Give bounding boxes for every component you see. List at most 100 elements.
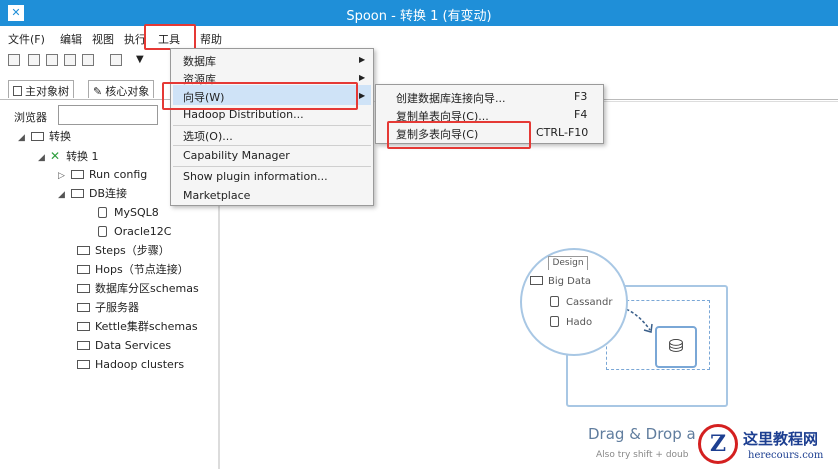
- menu-item-database[interactable]: 数据库: [183, 53, 216, 69]
- folder-icon: [31, 132, 44, 141]
- menu-item-marketplace[interactable]: Marketplace: [183, 189, 250, 202]
- database-icon: [98, 226, 107, 237]
- menu-view[interactable]: 视图: [92, 31, 114, 47]
- hadoop-icon: [550, 316, 559, 327]
- expand-icon[interactable]: ◢: [18, 129, 28, 147]
- menu-run[interactable]: 执行: [124, 31, 146, 47]
- submenu-arrow-icon: ▶: [359, 91, 366, 100]
- tree-db-item[interactable]: Oracle12C: [98, 223, 171, 241]
- browser-search-input[interactable]: [58, 105, 158, 125]
- menu-separator: [173, 125, 371, 126]
- tree-root-label: 转换: [49, 130, 71, 143]
- tree-run-config-label: Run config: [89, 168, 148, 181]
- database-target-icon: ⛁: [655, 326, 697, 368]
- copy-tables-highlight-box: [387, 121, 531, 149]
- menu-item-create-db-connection-wizard[interactable]: 创建数据库连接向导...: [396, 90, 506, 106]
- illustration-step-label: Cassandr: [566, 297, 613, 308]
- expand-icon[interactable]: ◢: [58, 186, 68, 204]
- wizard-highlight-box: [162, 82, 358, 110]
- tree-transformation[interactable]: ◢ ✕ 转换 1: [38, 147, 99, 165]
- save-icon[interactable]: [64, 54, 76, 66]
- menu-help[interactable]: 帮助: [200, 31, 222, 47]
- folder-icon: [77, 265, 90, 274]
- watermark-url: herecours.com: [748, 450, 824, 461]
- toolbar: ▼: [0, 50, 160, 72]
- tree-folder-label: Hops（节点连接）: [95, 263, 189, 276]
- menu-item-show-plugin-info[interactable]: Show plugin information...: [183, 170, 328, 183]
- tree-db-item-label: Oracle12C: [114, 225, 172, 238]
- illustration-step-row: Cassandr: [550, 296, 612, 308]
- transformation-icon: ✕: [50, 149, 61, 163]
- database-icon: [550, 296, 559, 307]
- pencil-icon: ✎: [93, 85, 103, 98]
- tree-icon: [13, 86, 22, 96]
- tree-folder-item[interactable]: Data Services: [74, 337, 171, 355]
- tab-main-tree[interactable]: 主对象树: [8, 80, 74, 98]
- expand-icon[interactable]: ◢: [38, 149, 48, 167]
- tree-folder-item[interactable]: Kettle集群schemas: [74, 318, 198, 336]
- folder-icon: [71, 170, 84, 179]
- tree-folder-item[interactable]: 子服务器: [74, 299, 139, 317]
- explore-icon[interactable]: [46, 54, 58, 66]
- illustration-folder-label: Big Data: [548, 276, 592, 287]
- collapse-icon[interactable]: ▷: [58, 167, 68, 185]
- submenu-arrow-icon: ▶: [359, 73, 366, 82]
- menu-separator: [173, 166, 371, 167]
- tree-folder-label: Data Services: [95, 339, 172, 352]
- tree-folder-item[interactable]: Steps（步骤）: [74, 242, 170, 260]
- tree-db-item[interactable]: MySQL8: [98, 204, 159, 222]
- chevron-down-icon[interactable]: ▼: [136, 54, 144, 65]
- submenu-arrow-icon: ▶: [359, 55, 366, 64]
- tree-db-connections[interactable]: ◢ DB连接: [58, 185, 127, 203]
- menu-item-capability-manager[interactable]: Capability Manager: [183, 149, 290, 162]
- tree-root[interactable]: ◢ 转换: [18, 128, 71, 146]
- watermark-title: 这里教程网: [743, 430, 819, 448]
- tab-core-objects-label: 核心对象: [105, 85, 150, 98]
- title-bar: ✕ Spoon - 转换 1 (有变动): [0, 0, 838, 26]
- shortcut-label: F4: [574, 108, 588, 121]
- tree-folder-label: 子服务器: [95, 301, 139, 314]
- menu-separator: [173, 145, 371, 146]
- watermark-logo-icon: Z: [698, 424, 738, 464]
- folder-icon: [77, 341, 90, 350]
- tree-folder-item[interactable]: Hadoop clusters: [74, 356, 184, 374]
- tree-transformation-label: 转换 1: [66, 150, 99, 163]
- tree-run-config[interactable]: ▷ Run config: [58, 166, 147, 184]
- folder-icon: [71, 189, 84, 198]
- folder-icon: [77, 303, 90, 312]
- new-file-icon[interactable]: [8, 54, 20, 66]
- save-as-icon[interactable]: [82, 54, 94, 66]
- menu-bar: 文件(F) 编辑 视图 执行 工具 帮助: [0, 28, 838, 48]
- illustration-step-row: Hado: [550, 316, 592, 328]
- drag-drop-title: Drag & Drop a: [588, 425, 696, 443]
- tree-folder-label: Steps（步骤）: [95, 244, 170, 257]
- menu-item-options[interactable]: 选项(O)...: [183, 128, 233, 144]
- tree-folder-label: Kettle集群schemas: [95, 320, 198, 333]
- tree-folder-label: 数据库分区schemas: [95, 282, 199, 295]
- menu-edit[interactable]: 编辑: [60, 31, 82, 47]
- menu-file[interactable]: 文件(F): [8, 31, 45, 47]
- drag-drop-subtitle: Also try shift + doub: [596, 450, 689, 460]
- layers-icon[interactable]: [110, 54, 122, 66]
- folder-icon: [530, 276, 543, 285]
- folder-icon: [77, 284, 90, 293]
- browser-label: 浏览器: [14, 111, 47, 124]
- tree-db-connections-label: DB连接: [89, 187, 128, 200]
- shortcut-label: F3: [574, 90, 588, 103]
- tab-core-objects[interactable]: ✎ 核心对象: [88, 80, 155, 98]
- shortcut-label: CTRL-F10: [536, 126, 589, 139]
- tree-folder-label: Hadoop clusters: [95, 358, 185, 371]
- illustration-step-label: Hado: [566, 317, 593, 328]
- design-tab: Design: [548, 256, 588, 270]
- tools-menu-highlight-box: [144, 24, 196, 50]
- illustration-folder-row: Big Data: [530, 276, 591, 287]
- tree-db-item-label: MySQL8: [114, 206, 159, 219]
- open-file-icon[interactable]: [28, 54, 40, 66]
- window-title: Spoon - 转换 1 (有变动): [346, 9, 492, 24]
- folder-icon: [77, 322, 90, 331]
- spoon-window: ✕ Spoon - 转换 1 (有变动) 文件(F) 编辑 视图 执行 工具 帮…: [0, 0, 838, 469]
- folder-icon: [77, 360, 90, 369]
- tree-folder-item[interactable]: 数据库分区schemas: [74, 280, 199, 298]
- tools-dropdown-menu: 数据库 ▶ 资源库 ▶ 向导(W) ▶ Hadoop Distribution.…: [170, 48, 374, 206]
- tree-folder-item[interactable]: Hops（节点连接）: [74, 261, 189, 279]
